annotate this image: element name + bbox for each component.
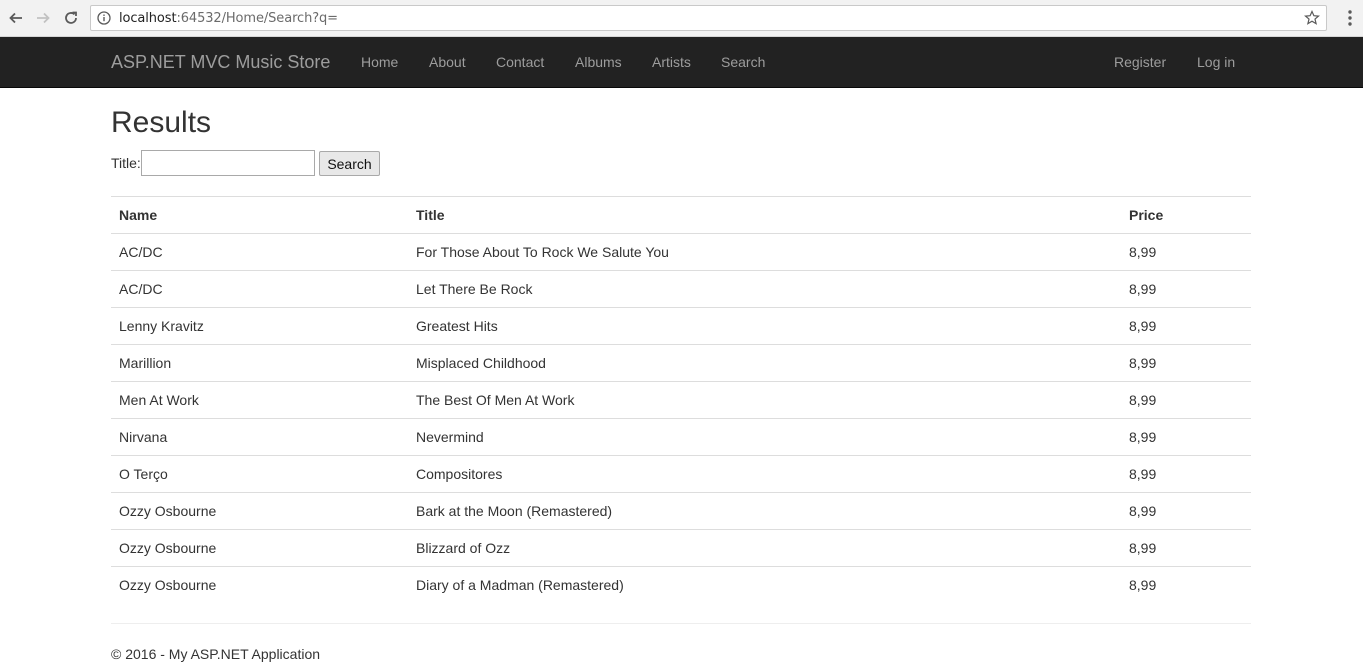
cell-price: 8,99 [1121,418,1251,456]
page-title: Results [111,106,212,139]
footer-copyright: © 2016 - My ASP.NET Application [111,646,321,662]
cell-title: Blizzard of Ozz [408,529,1121,567]
cell-name: Men At Work [111,381,408,419]
cell-title: The Best Of Men At Work [408,381,1121,419]
brand-link[interactable]: ASP.NET MVC Music Store [111,52,330,73]
table-row: Marillion Misplaced Childhood 8,99 [111,344,1251,382]
table-row: Nirvana Nevermind 8,99 [111,418,1251,456]
column-header-title: Title [408,196,1121,234]
cell-name: Ozzy Osbourne [111,529,408,567]
browser-menu-icon[interactable] [1347,9,1353,27]
table-row: Lenny Kravitz Greatest Hits 8,99 [111,307,1251,345]
nav-albums[interactable]: Albums [575,54,622,70]
nav-artists[interactable]: Artists [652,54,691,70]
table-row: Ozzy Osbourne Blizzard of Ozz 8,99 [111,529,1251,567]
cell-title: Compositores [408,455,1121,493]
table-row: Ozzy Osbourne Diary of a Madman (Remaster… [111,566,1251,604]
forward-icon[interactable] [32,7,54,29]
table-row: Men At Work The Best Of Men At Work 8,99 [111,381,1251,419]
cell-name: Ozzy Osbourne [111,566,408,604]
bookmark-star-icon[interactable] [1304,10,1320,26]
cell-name: AC/DC [111,233,408,271]
cell-price: 8,99 [1121,270,1251,308]
nav-about[interactable]: About [429,54,466,70]
table-row: AC/DC Let There Be Rock 8,99 [111,270,1251,308]
back-icon[interactable] [5,7,27,29]
cell-price: 8,99 [1121,344,1251,382]
cell-title: Diary of a Madman (Remastered) [408,566,1121,604]
cell-price: 8,99 [1121,307,1251,345]
cell-name: Ozzy Osbourne [111,492,408,530]
search-button[interactable]: Search [319,151,380,176]
url-host: localhost [119,11,177,26]
cell-name: Lenny Kravitz [111,307,408,345]
nav-search[interactable]: Search [721,54,765,70]
cell-title: Bark at the Moon (Remastered) [408,492,1121,530]
nav-home[interactable]: Home [361,54,398,70]
info-icon[interactable] [97,11,111,25]
site-navbar: ASP.NET MVC Music Store Home About Conta… [0,37,1363,88]
cell-price: 8,99 [1121,381,1251,419]
title-label: Title: [111,155,141,171]
cell-price: 8,99 [1121,529,1251,567]
nav-login[interactable]: Log in [1197,54,1235,70]
column-header-price: Price [1121,196,1251,234]
cell-price: 8,99 [1121,233,1251,271]
reload-icon[interactable] [60,7,82,29]
column-header-name: Name [111,196,408,234]
results-table: Name Title Price AC/DC For Those About To… [111,196,1251,604]
address-url[interactable]: localhost:64532/Home/Search?q= [119,11,338,26]
cell-title: Misplaced Childhood [408,344,1121,382]
url-path: :64532/Home/Search?q= [176,11,338,26]
title-search-input[interactable] [141,150,315,176]
table-row: O Terço Compositores 8,99 [111,455,1251,493]
cell-name: Marillion [111,344,408,382]
cell-title: For Those About To Rock We Salute You [408,233,1121,271]
browser-toolbar: localhost:64532/Home/Search?q= [0,0,1363,37]
cell-price: 8,99 [1121,492,1251,530]
cell-name: O Terço [111,455,408,493]
table-row: AC/DC For Those About To Rock We Salute Y… [111,233,1251,271]
cell-price: 8,99 [1121,455,1251,493]
nav-contact[interactable]: Contact [496,54,544,70]
nav-register[interactable]: Register [1114,54,1166,70]
cell-title: Nevermind [408,418,1121,456]
footer-divider [111,623,1251,624]
table-header-row: Name Title Price [111,196,1251,234]
cell-name: AC/DC [111,270,408,308]
cell-title: Let There Be Rock [408,270,1121,308]
cell-title: Greatest Hits [408,307,1121,345]
cell-name: Nirvana [111,418,408,456]
address-bar[interactable]: localhost:64532/Home/Search?q= [90,5,1327,31]
table-row: Ozzy Osbourne Bark at the Moon (Remastere… [111,492,1251,530]
cell-price: 8,99 [1121,566,1251,604]
